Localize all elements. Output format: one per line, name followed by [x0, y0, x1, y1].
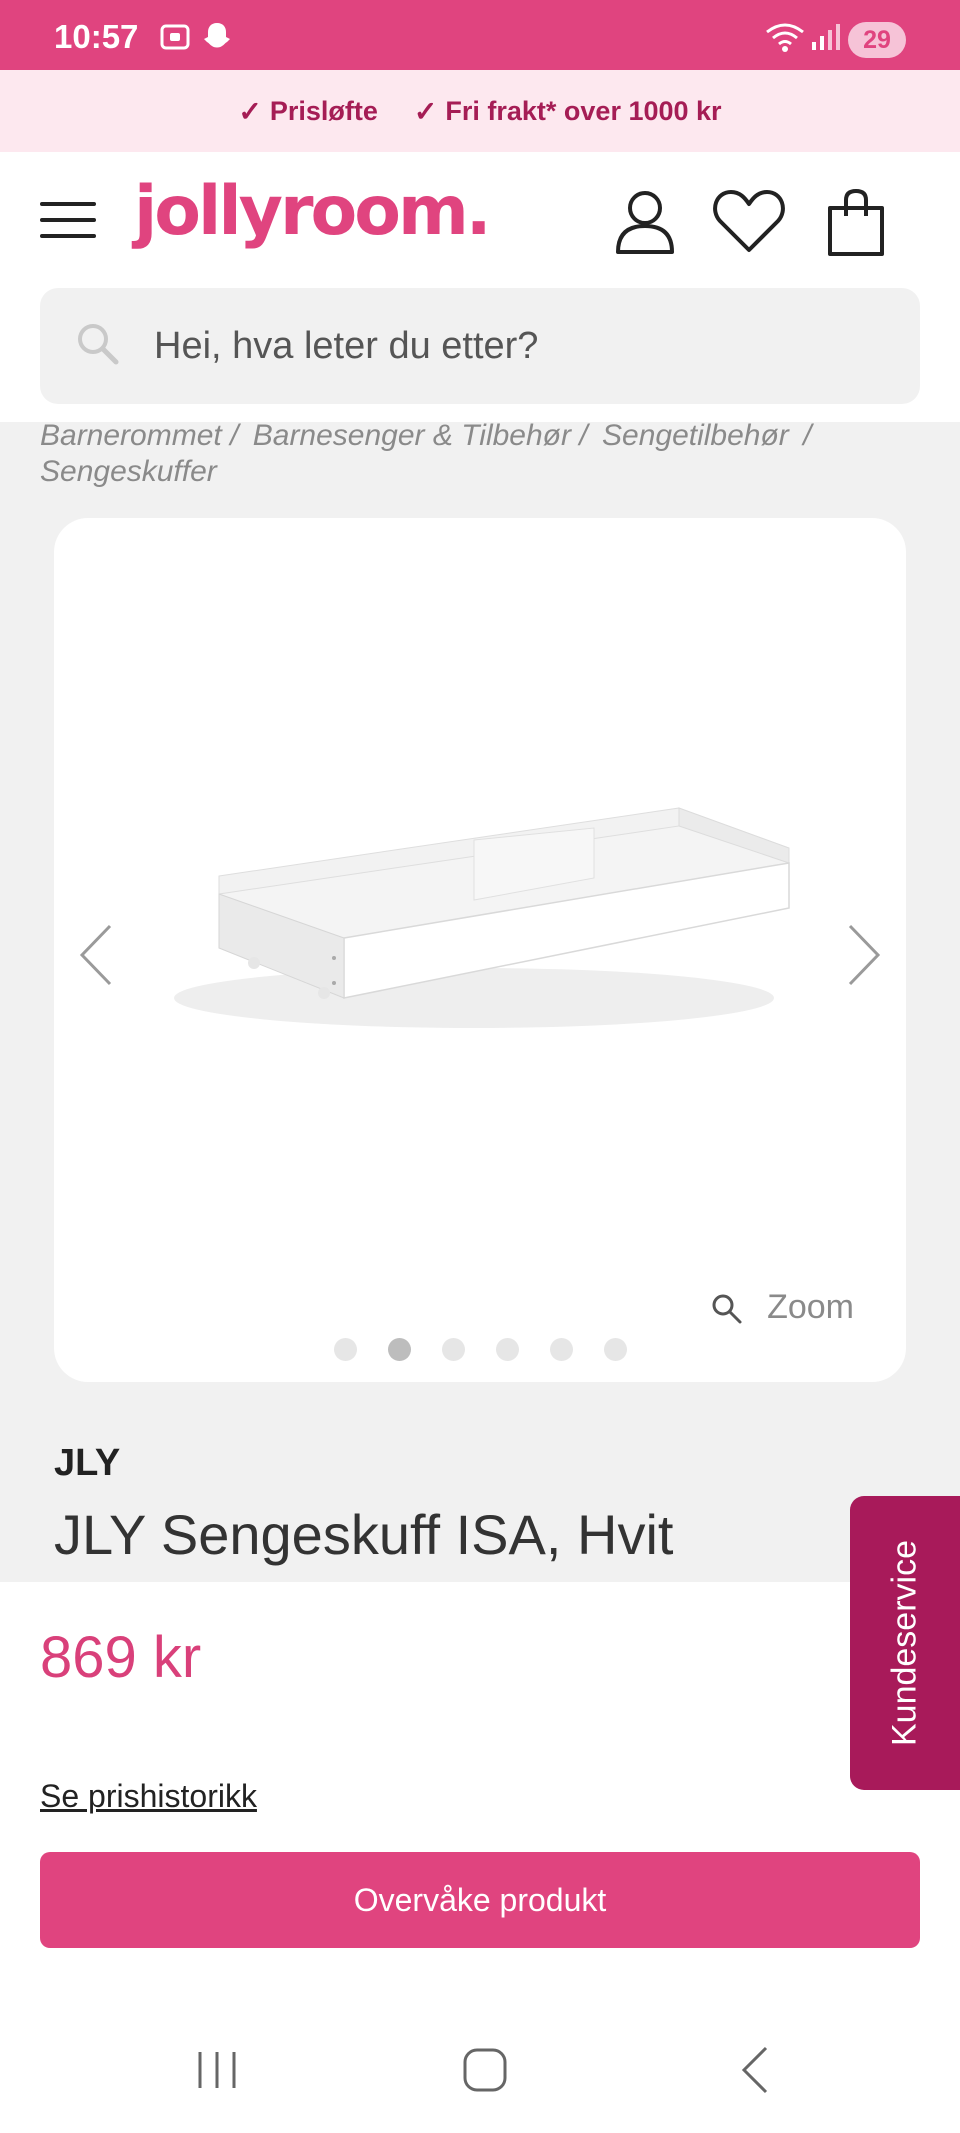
recent-apps-icon[interactable] — [194, 2044, 240, 2096]
system-navigation-bar — [0, 2020, 960, 2133]
breadcrumb-link[interactable]: Sengeskuffer — [40, 455, 217, 488]
battery-indicator: 29 — [848, 22, 906, 58]
search-input[interactable]: Hei, hva leter du etter? — [154, 288, 854, 404]
pagination-dot[interactable] — [603, 1338, 627, 1361]
breadcrumb-link[interactable]: Sengetilbehør — [602, 419, 789, 452]
chevron-right-icon[interactable] — [844, 922, 884, 988]
breadcrumb-link[interactable]: Barnesenger & Tilbehør / — [253, 419, 588, 452]
snapchat-icon — [204, 23, 230, 48]
product-gallery: Zoom — [54, 518, 906, 1382]
search-bar[interactable]: Hei, hva leter du etter? — [40, 288, 920, 404]
zoom-button[interactable]: Zoom — [709, 1288, 854, 1327]
customer-service-label: Kundeservice — [885, 1539, 924, 1747]
product-price: 869 kr — [40, 1625, 202, 1690]
hamburger-menu-icon[interactable] — [40, 202, 96, 242]
pagination-dot[interactable] — [441, 1338, 465, 1361]
wishlist-heart-icon[interactable] — [712, 188, 786, 254]
promo-item: ✓ Fri frakt* over 1000 kr — [414, 95, 722, 128]
breadcrumb-link[interactable]: Barnerommet / — [40, 419, 238, 452]
back-icon[interactable] — [736, 2044, 776, 2096]
promo-strip: ✓ Prisløfte ✓ Fri frakt* over 1000 kr — [0, 70, 960, 152]
site-header: jollyroom. — [0, 152, 960, 284]
status-time: 10:57 — [54, 18, 139, 55]
signal-icon — [812, 24, 840, 50]
watch-product-button[interactable]: Overvåke produkt — [40, 1852, 920, 1948]
price-history-link[interactable]: Se prishistorikk — [40, 1778, 257, 1815]
pagination-dot[interactable] — [549, 1338, 573, 1361]
bed-drawer-image — [174, 807, 790, 1028]
wifi-icon — [766, 23, 804, 52]
check-icon: ✓ — [413, 95, 438, 127]
status-bar: 10:57 29 — [0, 0, 960, 70]
home-icon[interactable] — [460, 2044, 510, 2096]
chevron-left-icon[interactable] — [76, 922, 116, 988]
breadcrumb: Barnerommet / Barnesenger & Tilbehør / S… — [40, 418, 920, 490]
jollyroom-logo[interactable]: jollyroom. — [134, 172, 492, 251]
search-icon — [78, 324, 119, 365]
customer-service-tab[interactable]: Kundeservice — [850, 1496, 960, 1790]
zoom-label: Zoom — [767, 1288, 854, 1326]
promo-item: ✓ Prisløfte — [238, 95, 378, 128]
pagination-dot[interactable] — [495, 1338, 519, 1361]
account-icon[interactable] — [614, 188, 676, 254]
promo-label: Prisløfte — [269, 95, 378, 126]
promo-label: Fri frakt* over 1000 kr — [445, 95, 722, 126]
screenshot-icon — [160, 24, 190, 50]
breadcrumb-separator: / — [803, 419, 812, 452]
shopping-bag-icon[interactable] — [826, 188, 886, 258]
product-title: JLY Sengeskuff ISA, Hvit — [54, 1503, 674, 1566]
magnifier-icon — [712, 1294, 742, 1323]
check-icon: ✓ — [238, 95, 262, 127]
product-brand[interactable]: JLY — [54, 1442, 120, 1485]
gallery-pagination — [54, 1338, 906, 1361]
pagination-dot[interactable] — [333, 1338, 357, 1361]
pagination-dot-active[interactable] — [387, 1338, 411, 1361]
